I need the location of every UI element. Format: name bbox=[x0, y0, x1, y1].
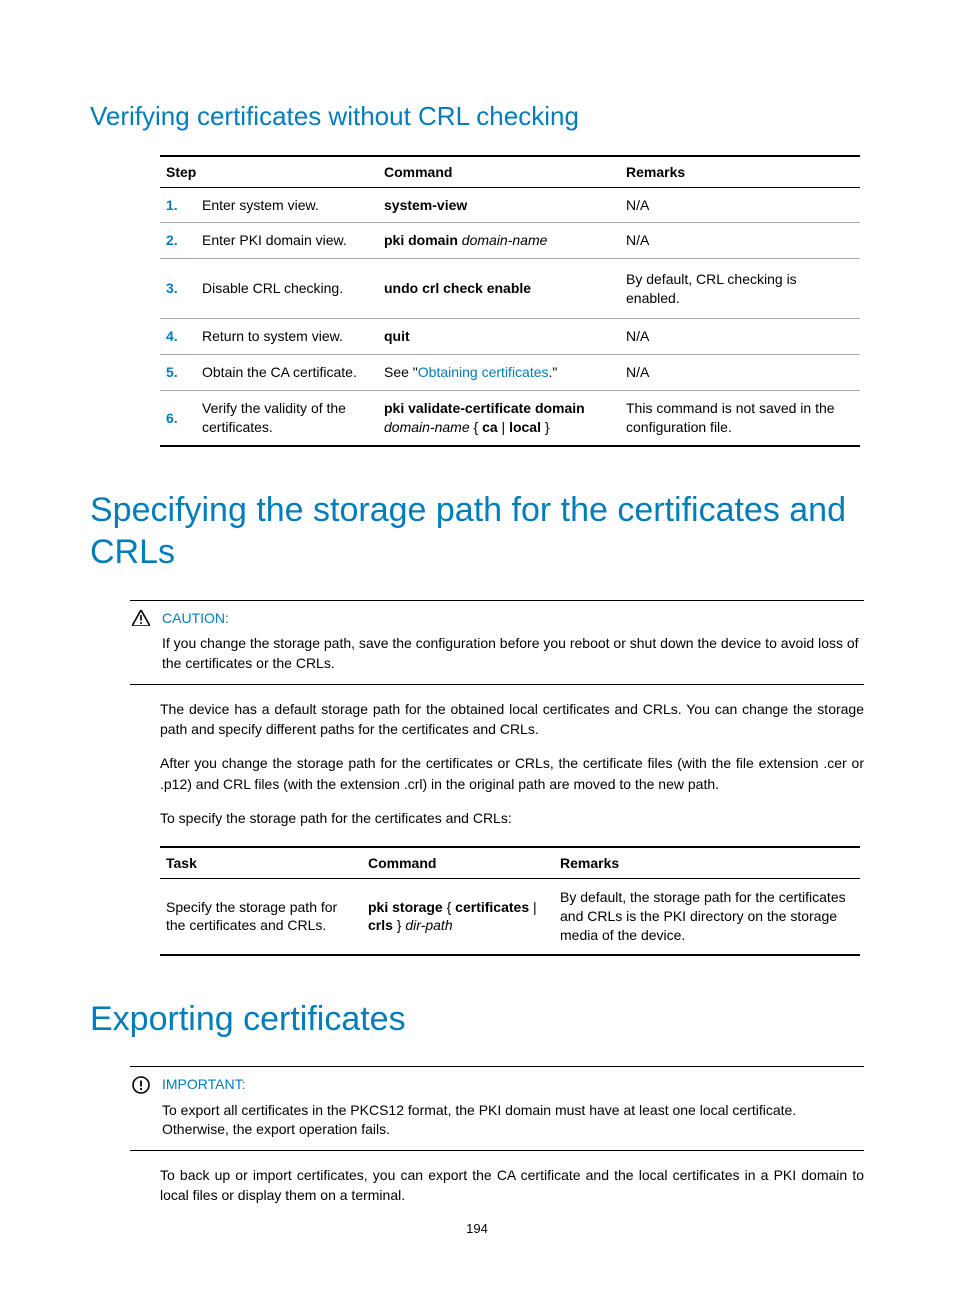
th-remarks: Remarks bbox=[620, 156, 860, 188]
important-icon bbox=[130, 1075, 152, 1094]
step-number: 2. bbox=[160, 223, 196, 259]
steps-table: Step Command Remarks 1. Enter system vie… bbox=[160, 155, 860, 447]
task-table: Task Command Remarks Specify the storage… bbox=[160, 846, 860, 956]
th-task: Task bbox=[160, 847, 362, 879]
th-command: Command bbox=[362, 847, 554, 879]
step-number: 3. bbox=[160, 259, 196, 319]
step-desc: Return to system view. bbox=[196, 319, 378, 355]
step-number: 4. bbox=[160, 319, 196, 355]
step-desc: Verify the validity of the certificates. bbox=[196, 391, 378, 446]
step-command: undo crl check enable bbox=[378, 259, 620, 319]
table-row: 6. Verify the validity of the certificat… bbox=[160, 391, 860, 446]
step-number: 6. bbox=[160, 391, 196, 446]
step-command: pki validate-certificate domaindomain-na… bbox=[378, 391, 620, 446]
important-label: IMPORTANT: bbox=[162, 1075, 246, 1095]
heading-verify: Verifying certificates without CRL check… bbox=[90, 100, 864, 133]
caution-label: CAUTION: bbox=[162, 609, 229, 629]
table-row: 3. Disable CRL checking. undo crl check … bbox=[160, 259, 860, 319]
caution-text: If you change the storage path, save the… bbox=[162, 634, 864, 673]
table-row: Specify the storage path for the certifi… bbox=[160, 879, 860, 955]
page-number: 194 bbox=[0, 1221, 954, 1236]
step-remarks: N/A bbox=[620, 355, 860, 391]
paragraph: To back up or import certificates, you c… bbox=[160, 1165, 864, 1206]
step-number: 5. bbox=[160, 355, 196, 391]
step-command: See "Obtaining certificates." bbox=[378, 355, 620, 391]
step-desc: Obtain the CA certificate. bbox=[196, 355, 378, 391]
step-command: pki domain domain-name bbox=[378, 223, 620, 259]
th-command: Command bbox=[378, 156, 620, 188]
step-number: 1. bbox=[160, 187, 196, 223]
caution-callout: CAUTION: If you change the storage path,… bbox=[130, 600, 864, 685]
step-remarks: N/A bbox=[620, 223, 860, 259]
step-remarks: By default, CRL checking is enabled. bbox=[620, 259, 860, 319]
th-step: Step bbox=[160, 156, 378, 188]
important-text: To export all certificates in the PKCS12… bbox=[162, 1101, 864, 1140]
th-remarks: Remarks bbox=[554, 847, 860, 879]
task-command: pki storage { certificates | crls } dir-… bbox=[362, 879, 554, 955]
paragraph: After you change the storage path for th… bbox=[160, 753, 864, 794]
step-desc: Disable CRL checking. bbox=[196, 259, 378, 319]
table-row: 1. Enter system view. system-view N/A bbox=[160, 187, 860, 223]
paragraph: The device has a default storage path fo… bbox=[160, 699, 864, 740]
link-obtaining-certificates[interactable]: Obtaining certificates bbox=[418, 364, 549, 380]
step-desc: Enter system view. bbox=[196, 187, 378, 223]
heading-storage: Specifying the storage path for the cert… bbox=[90, 489, 864, 574]
heading-export: Exporting certificates bbox=[90, 998, 864, 1041]
table-row: 4. Return to system view. quit N/A bbox=[160, 319, 860, 355]
step-remarks: N/A bbox=[620, 187, 860, 223]
step-remarks: This command is not saved in the configu… bbox=[620, 391, 860, 446]
step-command: quit bbox=[378, 319, 620, 355]
paragraph: To specify the storage path for the cert… bbox=[160, 808, 864, 828]
task-desc: Specify the storage path for the certifi… bbox=[160, 879, 362, 955]
step-command: system-view bbox=[378, 187, 620, 223]
task-remarks: By default, the storage path for the cer… bbox=[554, 879, 860, 955]
table-row: 2. Enter PKI domain view. pki domain dom… bbox=[160, 223, 860, 259]
important-callout: IMPORTANT: To export all certificates in… bbox=[130, 1066, 864, 1151]
step-desc: Enter PKI domain view. bbox=[196, 223, 378, 259]
caution-icon bbox=[130, 609, 152, 626]
table-row: 5. Obtain the CA certificate. See "Obtai… bbox=[160, 355, 860, 391]
step-remarks: N/A bbox=[620, 319, 860, 355]
